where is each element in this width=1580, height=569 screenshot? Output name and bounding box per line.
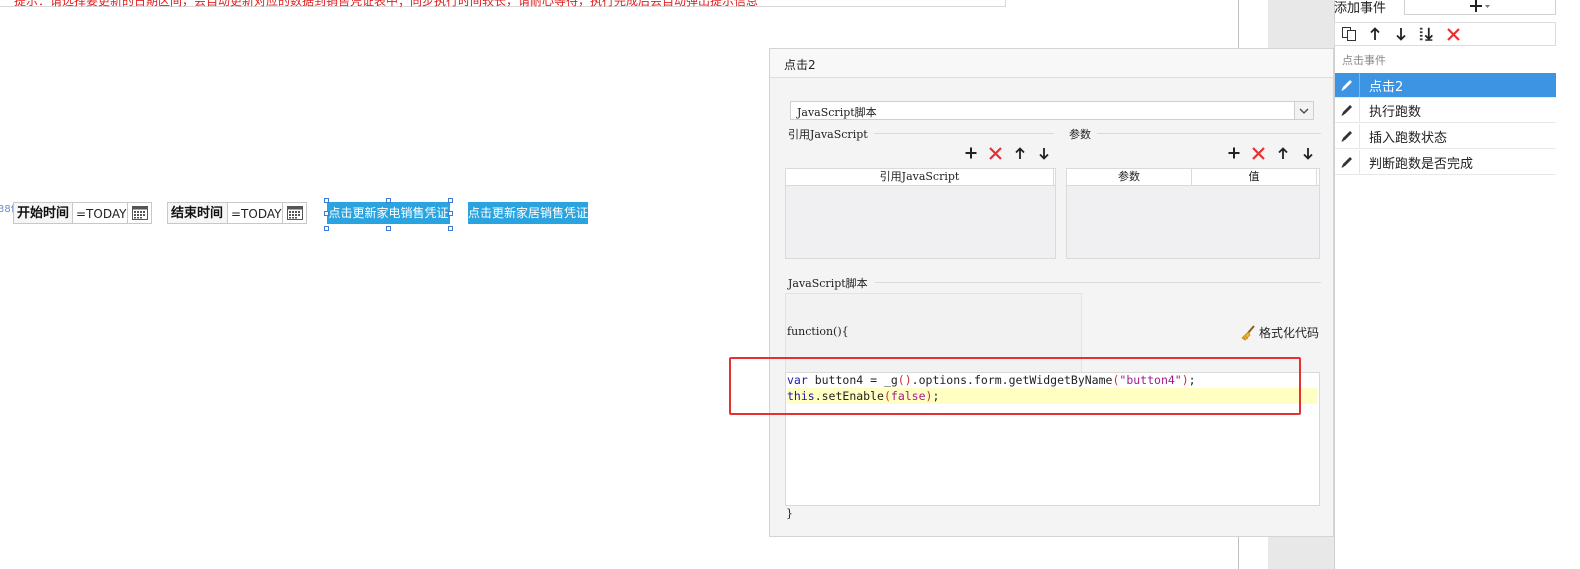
update-appliance-voucher-button[interactable]: 点击更新家电销售凭证 [327,202,450,224]
update-home-voucher-button[interactable]: 点击更新家居销售凭证 [468,202,588,224]
selection-handle[interactable] [324,211,329,216]
ref-js-column: 引用JavaScript [786,169,1054,185]
selection-handle[interactable] [386,226,391,231]
edit-icon [1335,124,1360,148]
params-section-label: 参数 [1069,128,1091,141]
start-time-label: 开始时间 [13,202,73,224]
script-section-label: JavaScript脚本 [788,277,868,290]
calendar-icon [286,206,303,220]
event-item[interactable]: 判断跑数是否完成 [1335,150,1556,175]
arrow-down-icon[interactable] [1393,26,1409,42]
dialog-header: 点击2 [770,49,1333,78]
move-up-param-button[interactable] [1275,145,1291,161]
params-grid[interactable]: 参数 值 [1066,168,1320,259]
event-item-label: 判断跑数是否完成 [1369,156,1474,172]
selection-handle[interactable] [324,198,329,203]
params-grid-header: 参数 值 [1067,169,1319,186]
dialog-title: 点击2 [784,58,816,72]
add-event-label: 添加事件 [1334,1,1387,16]
ref-js-section-label: 引用JavaScript [788,128,868,141]
selection-handle[interactable] [448,226,453,231]
edit-icon [1335,150,1360,174]
move-down-ref-js-button[interactable] [1036,145,1052,161]
move-down-param-button[interactable] [1300,145,1316,161]
params-value-column: 值 [1192,169,1317,185]
annotation-highlight-box [729,357,1301,415]
move-up-ref-js-button[interactable] [1012,145,1028,161]
broom-icon [1241,324,1255,341]
start-calendar-icon[interactable] [128,202,152,224]
move-bottom-icon[interactable] [1419,26,1435,42]
section-divider [1097,133,1321,134]
delete-icon [1251,146,1265,160]
selection-handle[interactable] [448,211,453,216]
selection-handle[interactable] [324,226,329,231]
ref-js-grid[interactable]: 引用JavaScript [785,168,1056,259]
end-time-input[interactable]: =TODAY( [227,202,283,224]
function-declaration: function(){ [787,325,849,338]
arrow-down-icon [1303,147,1313,160]
delete-icon[interactable] [1445,26,1461,42]
event-type-select[interactable]: JavaScript脚本 [790,101,1314,120]
end-calendar-icon[interactable] [283,202,307,224]
selection-handle[interactable] [386,198,391,203]
delete-param-button[interactable] [1250,145,1266,161]
selection-handle[interactable] [448,198,453,203]
event-item[interactable]: 执行跑数 [1335,98,1556,123]
format-code-button[interactable]: 格式化代码 [1240,324,1319,341]
events-group-label: 点击事件 [1342,54,1386,67]
edit-icon [1335,98,1360,122]
add-param-button[interactable] [1226,145,1242,161]
add-event-dropdown[interactable] [1404,0,1556,15]
top-note-text: 提示：请选择要更新的日期区间，会自动更新对应的数据到销售凭证表中；同步执行时间较… [14,0,759,8]
end-time-label: 结束时间 [167,202,228,224]
arrow-up-icon [1015,146,1025,159]
format-code-label: 格式化代码 [1259,326,1320,340]
event-type-value: JavaScript脚本 [797,106,877,119]
arrow-up-icon[interactable] [1367,26,1383,42]
plus-icon [1470,0,1490,12]
calendar-icon [131,206,148,220]
section-divider [875,282,1321,283]
delete-icon [988,146,1002,160]
plus-icon [965,147,977,159]
function-closing-brace: } [786,507,793,520]
edit-icon [1335,73,1360,97]
add-ref-js-button[interactable] [963,145,979,161]
section-divider [874,133,1054,134]
events-toolbar [1334,22,1556,46]
event-item[interactable]: 点击2 [1335,73,1556,98]
plus-icon [1228,147,1240,159]
copy-icon[interactable] [1341,26,1357,42]
delete-ref-js-button[interactable] [987,145,1003,161]
arrow-up-icon [1278,146,1288,159]
event-item-label: 点击2 [1369,79,1404,95]
event-item-label: 执行跑数 [1369,104,1422,120]
arrow-down-icon [1039,147,1049,160]
event-edit-dialog: 点击2 JavaScript脚本 引用JavaScript 引用JavaScri… [769,48,1334,537]
params-name-column: 参数 [1067,169,1192,185]
ref-js-grid-header: 引用JavaScript [786,169,1055,186]
event-item[interactable]: 插入跑数状态 [1335,124,1556,149]
start-time-input[interactable]: =TODAY( [72,202,128,224]
event-item-label: 插入跑数状态 [1369,130,1448,146]
chevron-down-icon[interactable] [1294,102,1313,119]
